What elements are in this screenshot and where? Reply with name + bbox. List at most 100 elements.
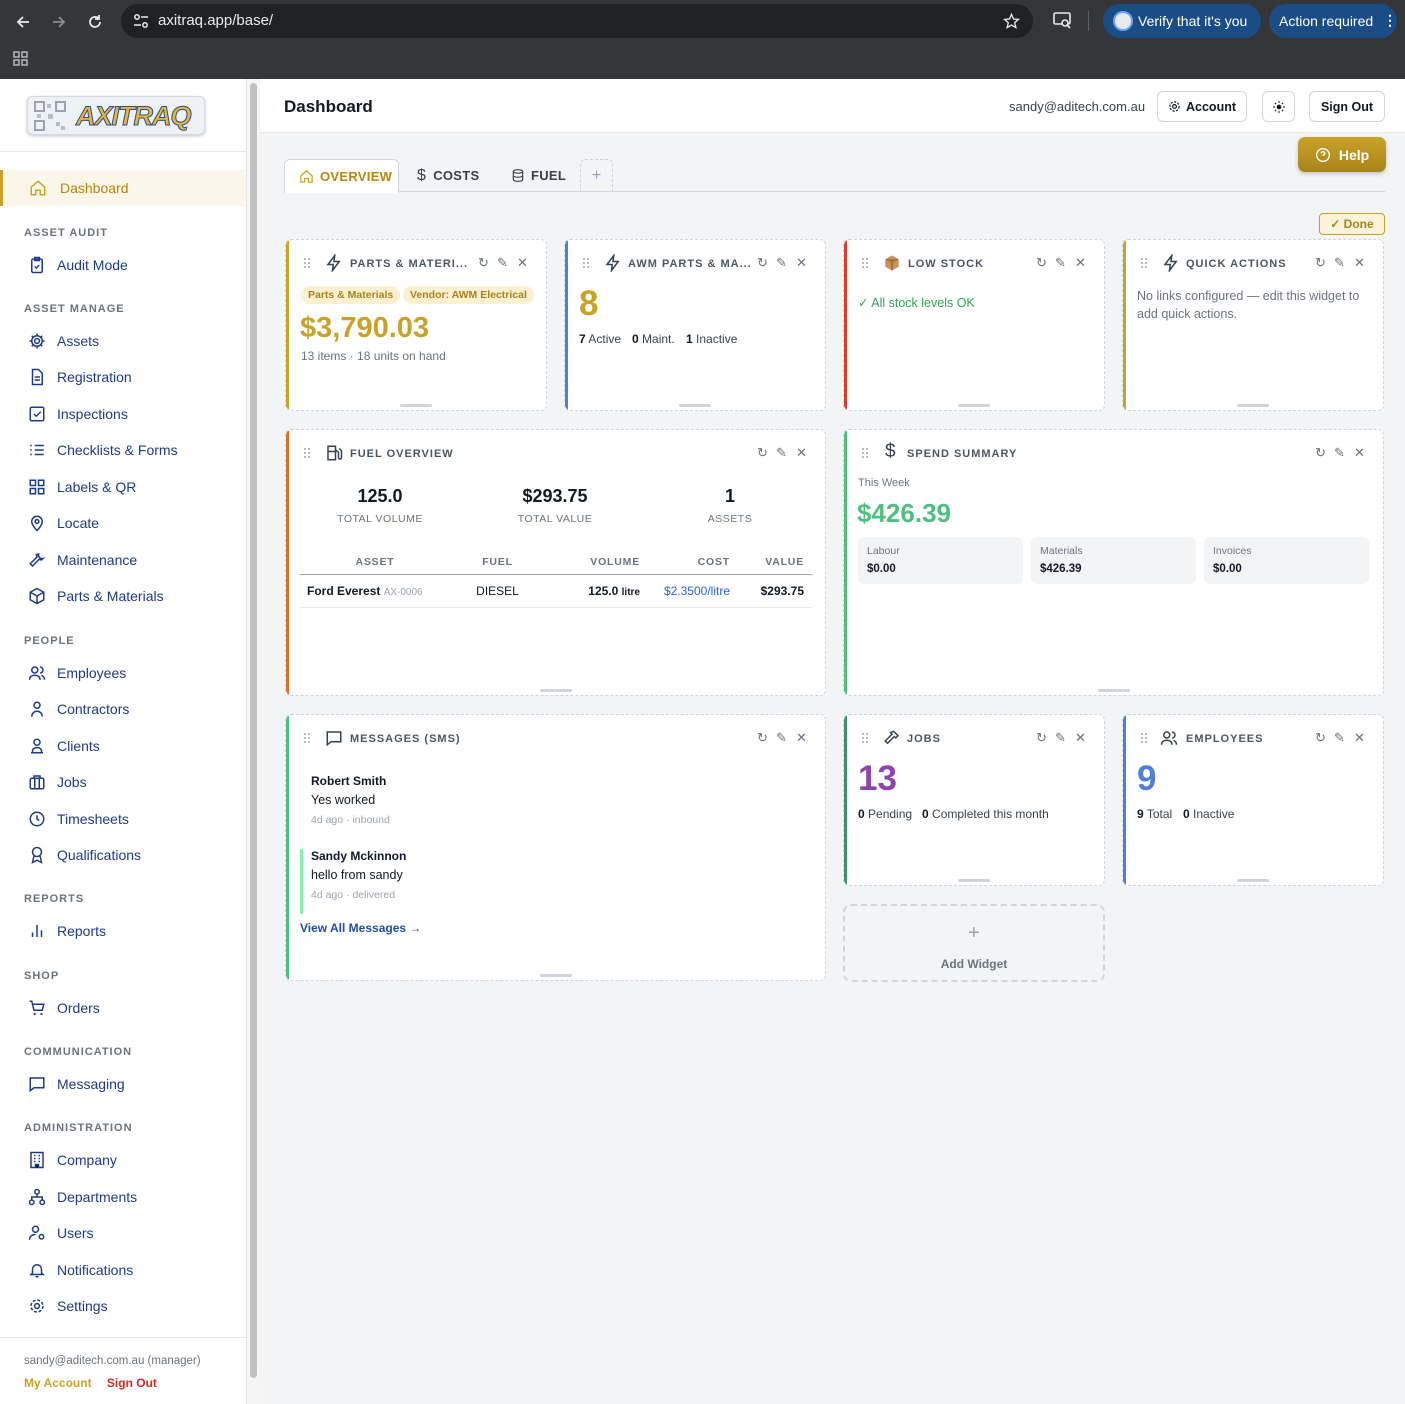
- close-icon[interactable]: ✕: [517, 255, 528, 271]
- resize-handle[interactable]: [539, 689, 572, 692]
- refresh-icon[interactable]: ↻: [1036, 255, 1047, 271]
- sidebar-item-inspections[interactable]: Inspections: [0, 396, 246, 432]
- resize-handle[interactable]: [1237, 879, 1269, 882]
- site-settings-icon: [134, 14, 148, 28]
- sidebar-item-audit-mode[interactable]: Audit Mode: [0, 247, 246, 283]
- edit-icon[interactable]: ✎: [1055, 730, 1066, 746]
- sidebar-item-company[interactable]: Company: [0, 1142, 246, 1178]
- sidebar-item-reports[interactable]: Reports: [0, 913, 246, 949]
- refresh-icon[interactable]: ↻: [757, 255, 768, 271]
- add-tab-button[interactable]: +: [580, 159, 613, 192]
- sidebar-item-messaging[interactable]: Messaging: [0, 1066, 246, 1102]
- sidebar-item-dashboard[interactable]: Dashboard: [0, 170, 246, 206]
- drag-handle-icon[interactable]: [861, 447, 869, 459]
- drag-handle-icon[interactable]: [303, 257, 311, 269]
- resize-handle[interactable]: [958, 404, 990, 407]
- sidebar-item-contractors[interactable]: Contractors: [0, 691, 246, 727]
- sidebar-item-users[interactable]: Users: [0, 1215, 246, 1251]
- sidebar-item-timesheets[interactable]: Timesheets: [0, 801, 246, 837]
- sidebar-item-employees[interactable]: Employees: [0, 655, 246, 691]
- table-row[interactable]: Ford Everest AX-0006 DIESEL 125.0 litre …: [300, 574, 812, 608]
- drag-handle-icon[interactable]: [1140, 732, 1148, 744]
- verify-identity-chip[interactable]: Verify that it's you: [1103, 4, 1261, 38]
- forward-icon[interactable]: [47, 10, 71, 34]
- tab-overview[interactable]: OVERVIEW: [284, 159, 399, 193]
- edit-icon[interactable]: ✎: [1334, 445, 1345, 461]
- sidebar-item-label: Dashboard: [60, 180, 129, 196]
- resize-handle[interactable]: [539, 974, 572, 977]
- sidebar-item-orders[interactable]: Orders: [0, 990, 246, 1026]
- refresh-icon[interactable]: ↻: [1315, 730, 1326, 746]
- resize-handle[interactable]: [1237, 404, 1269, 407]
- close-icon[interactable]: ✕: [1354, 255, 1365, 271]
- sidebar-item-notifications[interactable]: Notifications: [0, 1252, 246, 1288]
- drag-handle-icon[interactable]: [1140, 257, 1148, 269]
- edit-icon[interactable]: ✎: [1334, 730, 1345, 746]
- sidebar-item-assets[interactable]: Assets: [0, 323, 246, 359]
- close-icon[interactable]: ✕: [796, 255, 807, 271]
- close-icon[interactable]: ✕: [1075, 255, 1086, 271]
- sidebar-item-locate[interactable]: Locate: [0, 505, 246, 541]
- sidebar-item-parts[interactable]: Parts & Materials: [0, 578, 246, 614]
- drag-handle-icon[interactable]: [582, 257, 590, 269]
- drag-handle-icon[interactable]: [303, 732, 311, 744]
- sidebar-item-maintenance[interactable]: Maintenance: [0, 542, 246, 578]
- resize-handle[interactable]: [679, 404, 711, 407]
- add-widget-button[interactable]: + Add Widget: [843, 904, 1105, 982]
- reload-icon[interactable]: [83, 10, 107, 34]
- tab-fuel[interactable]: FUEL: [511, 159, 576, 192]
- edit-icon[interactable]: ✎: [1055, 255, 1066, 271]
- scrollbar-thumb[interactable]: [250, 83, 257, 1378]
- axitraq-logo[interactable]: AXITRAQ: [27, 96, 205, 135]
- edit-icon[interactable]: ✎: [776, 730, 787, 746]
- sidebar-item-jobs[interactable]: Jobs: [0, 764, 246, 800]
- sidebar-sign-out-link[interactable]: Sign Out: [107, 1376, 157, 1390]
- sidebar-item-departments[interactable]: Departments: [0, 1179, 246, 1215]
- close-icon[interactable]: ✕: [1354, 730, 1365, 746]
- account-button[interactable]: Account: [1157, 91, 1247, 122]
- refresh-icon[interactable]: ↻: [1315, 445, 1326, 461]
- sign-out-button[interactable]: Sign Out: [1309, 91, 1385, 122]
- close-icon[interactable]: ✕: [1354, 445, 1365, 461]
- sidebar-item-registration[interactable]: Registration: [0, 359, 246, 395]
- refresh-icon[interactable]: ↻: [1315, 255, 1326, 271]
- sidebar-item-clients[interactable]: Clients: [0, 728, 246, 764]
- refresh-icon[interactable]: ↻: [478, 255, 489, 271]
- tab-costs[interactable]: $ COSTS: [417, 159, 492, 192]
- sidebar-item-qualifications[interactable]: Qualifications: [0, 837, 246, 873]
- edit-icon[interactable]: ✎: [776, 255, 787, 271]
- edit-icon[interactable]: ✎: [1334, 255, 1345, 271]
- theme-toggle-button[interactable]: [1262, 91, 1295, 122]
- drag-handle-icon[interactable]: [861, 257, 869, 269]
- address-bar[interactable]: axitraq.app/base/: [121, 4, 1033, 38]
- sidebar-scrollbar[interactable]: [246, 79, 259, 1404]
- sidebar-item-settings[interactable]: Settings: [0, 1288, 246, 1324]
- close-icon[interactable]: ✕: [796, 445, 807, 461]
- view-all-messages-link[interactable]: View All Messages →: [300, 921, 421, 935]
- tab-grid-icon[interactable]: [13, 51, 28, 66]
- close-icon[interactable]: ✕: [796, 730, 807, 746]
- message-item[interactable]: Sandy Mckinnon hello from sandy 4d ago ·…: [300, 849, 810, 914]
- page-title: Dashboard: [284, 97, 373, 116]
- my-account-link[interactable]: My Account: [24, 1376, 92, 1390]
- edit-icon[interactable]: ✎: [776, 445, 787, 461]
- message-item[interactable]: Robert Smith Yes worked 4d ago · inbound: [300, 774, 810, 839]
- cast-search-icon[interactable]: [1053, 12, 1072, 29]
- drag-handle-icon[interactable]: [303, 447, 311, 459]
- back-icon[interactable]: [11, 10, 35, 34]
- refresh-icon[interactable]: ↻: [757, 730, 768, 746]
- resize-handle[interactable]: [958, 879, 990, 882]
- tag-vendor: Vendor: AWM Electrical: [403, 286, 534, 304]
- edit-icon[interactable]: ✎: [497, 255, 508, 271]
- refresh-icon[interactable]: ↻: [757, 445, 768, 461]
- refresh-icon[interactable]: ↻: [1036, 730, 1047, 746]
- action-required-chip[interactable]: Action required ⋮: [1269, 4, 1397, 38]
- close-icon[interactable]: ✕: [1075, 730, 1086, 746]
- drag-handle-icon[interactable]: [861, 732, 869, 744]
- sidebar-item-labels-qr[interactable]: Labels & QR: [0, 469, 246, 505]
- bookmark-star-icon[interactable]: [1003, 13, 1020, 29]
- sidebar-item-checklists[interactable]: Checklists & Forms: [0, 432, 246, 468]
- done-editing-button[interactable]: ✓ Done: [1319, 213, 1385, 235]
- resize-handle[interactable]: [1097, 689, 1130, 692]
- resize-handle[interactable]: [400, 404, 432, 407]
